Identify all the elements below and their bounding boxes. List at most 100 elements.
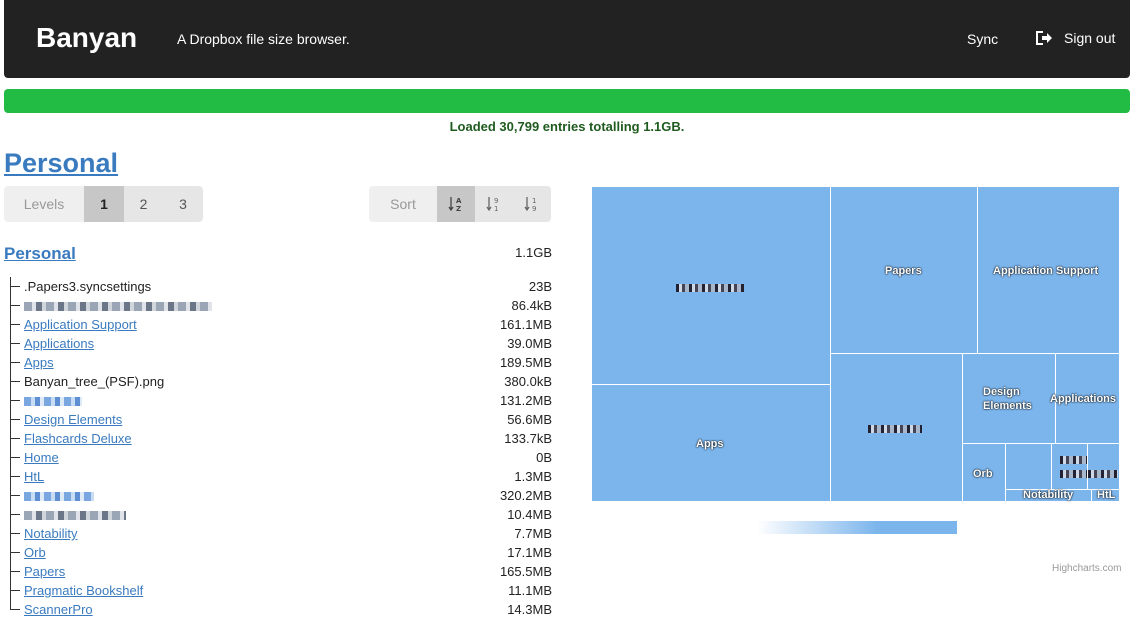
treemap-cell-notability[interactable]: Notability	[1005, 489, 1092, 502]
sort-size-desc-icon: 1 9	[524, 197, 536, 213]
tree-branch-line	[7, 372, 21, 391]
tree-row: 86.4kB	[4, 296, 554, 315]
tree-item-size: 23B	[528, 279, 552, 294]
treemap-color-axis	[757, 521, 957, 534]
tree-branch-line	[7, 353, 21, 372]
treemap-label-applications: Applications	[1050, 393, 1117, 405]
treemap-label-apps: Apps	[696, 438, 724, 450]
tree-item-size: 10.4MB	[507, 507, 552, 522]
tree-branch-line	[7, 486, 21, 505]
treemap-cell-apps[interactable]: Apps	[591, 384, 831, 502]
treemap-cell-papers[interactable]: Papers	[830, 186, 978, 354]
tree-item-name[interactable]: ScannerPro	[24, 600, 93, 619]
redacted-label	[1060, 470, 1088, 478]
redacted-name	[24, 302, 212, 312]
tree-row: Papers 165.5MB	[4, 562, 554, 581]
tree-branch-line	[7, 543, 21, 562]
tree-row: Flashcards Deluxe 133.7kB	[4, 429, 554, 448]
tree-item-size: 1.3MB	[514, 469, 552, 484]
treemap-cell-applications[interactable]: Applications	[1050, 353, 1120, 444]
tree-item-size: 320.2MB	[499, 488, 552, 503]
treemap-label-htl: HtL	[1097, 489, 1116, 501]
levels-button-group: Levels 1 2 3	[4, 186, 203, 222]
tree-branch-line	[7, 410, 21, 429]
tree-row: Notability 7.7MB	[4, 524, 554, 543]
redacted-label	[676, 284, 744, 292]
tree-item-name[interactable]: Flashcards Deluxe	[24, 429, 132, 448]
tree-branch-line	[7, 505, 21, 524]
tree-item-size: 17.1MB	[507, 545, 552, 560]
tree-item-name[interactable]: Pragmatic Bookshelf	[24, 581, 143, 600]
tree-item-name[interactable]: Design Elements	[24, 410, 122, 429]
sort-alpha-button[interactable]: A Z	[437, 186, 475, 222]
levels-2-button[interactable]: 2	[124, 186, 163, 222]
redacted-name	[24, 511, 126, 521]
tree-row: HtL 1.3MB	[4, 467, 554, 486]
highcharts-credits-link[interactable]: Highcharts.com	[1052, 563, 1121, 574]
tree-branch-line	[7, 581, 21, 600]
tree-item-size: 131.2MB	[499, 393, 552, 408]
tree-item-size: 7.7MB	[514, 526, 552, 541]
svg-text:Z: Z	[456, 205, 461, 213]
tree-item-name	[24, 296, 212, 315]
treemap-cell-redacted-2[interactable]	[830, 353, 963, 502]
tree-item-name: .Papers3.syncsettings	[24, 279, 152, 294]
treemap-cell-redacted-1[interactable]	[591, 186, 831, 385]
tree-row: Home 0B	[4, 448, 554, 467]
treemap-cell-application-support[interactable]: Application Support	[977, 186, 1120, 354]
tree-item-name[interactable]: HtL	[24, 467, 44, 486]
tree-item-size: 86.4kB	[511, 298, 552, 313]
file-tree: .Papers3.syncsettings 23B 86.4kB Applicatio…	[4, 277, 554, 619]
tree-row: Orb 17.1MB	[4, 543, 554, 562]
treemap-label-orb: Orb	[973, 468, 993, 480]
tree-item-size: 165.5MB	[499, 564, 552, 579]
sort-button-group: Sort A Z 9 1 1 9	[369, 186, 551, 222]
page-title[interactable]: Personal	[4, 148, 118, 179]
tree-row: Applications 39.0MB	[4, 334, 554, 353]
svg-text:A: A	[456, 197, 462, 205]
treemap-cell-htl[interactable]: HtL	[1091, 489, 1120, 502]
tree-branch-line	[7, 429, 21, 448]
sort-size-desc-button[interactable]: 1 9	[513, 186, 551, 222]
tree-item-size: 189.5MB	[499, 355, 552, 370]
tree-item-name[interactable]	[24, 391, 82, 410]
sync-link[interactable]: Sync	[967, 31, 998, 47]
treemap-cell-redacted-4[interactable]	[1051, 443, 1088, 490]
sort-label: Sort	[369, 186, 437, 222]
tree-row: Application Support 161.1MB	[4, 315, 554, 334]
tree-item-name[interactable]: Application Support	[24, 315, 137, 334]
tree-row: Banyan_tree_(PSF).png 380.0kB	[4, 372, 554, 391]
tree-branch-line	[7, 315, 21, 334]
treemap-cell-design-elements[interactable]: Design Elements	[962, 353, 1056, 444]
tree-item-name[interactable]: Orb	[24, 543, 46, 562]
sort-size-asc-icon: 9 1	[486, 197, 498, 213]
levels-1-button[interactable]: 1	[84, 186, 124, 222]
treemap-cell-redacted-5[interactable]	[1087, 443, 1120, 490]
tree-item-name[interactable]: Papers	[24, 562, 65, 581]
levels-label: Levels	[4, 186, 84, 222]
tree-item-name[interactable]: Notability	[24, 524, 77, 543]
tree-root-link[interactable]: Personal	[4, 244, 76, 264]
redacted-name[interactable]	[24, 492, 94, 502]
tree-item-name[interactable]: Home	[24, 448, 59, 467]
load-progress-fill	[4, 89, 1130, 113]
tree-branch-line	[7, 391, 21, 410]
tree-item-name[interactable]	[24, 486, 94, 505]
redacted-name[interactable]	[24, 397, 82, 407]
tree-item-name[interactable]: Apps	[24, 353, 54, 372]
sort-size-asc-button[interactable]: 9 1	[475, 186, 513, 222]
treemap-cell-orb[interactable]: Orb	[962, 443, 1006, 502]
sort-alpha-icon: A Z	[448, 197, 462, 213]
sign-out-icon	[1036, 31, 1052, 45]
svg-text:9: 9	[532, 205, 536, 213]
sign-out-link[interactable]: Sign out	[1034, 29, 1115, 47]
treemap-cell-redacted-3[interactable]	[1005, 443, 1052, 490]
tree-item-size: 14.3MB	[507, 602, 552, 617]
treemap-label-application-support: Application Support	[993, 265, 1099, 277]
tree-item-name[interactable]: Applications	[24, 334, 94, 353]
redacted-label	[1088, 470, 1118, 478]
tree-branch-line	[7, 296, 21, 315]
brand-logo[interactable]: Banyan	[36, 22, 137, 54]
levels-3-button[interactable]: 3	[163, 186, 203, 222]
svg-text:1: 1	[494, 205, 498, 213]
